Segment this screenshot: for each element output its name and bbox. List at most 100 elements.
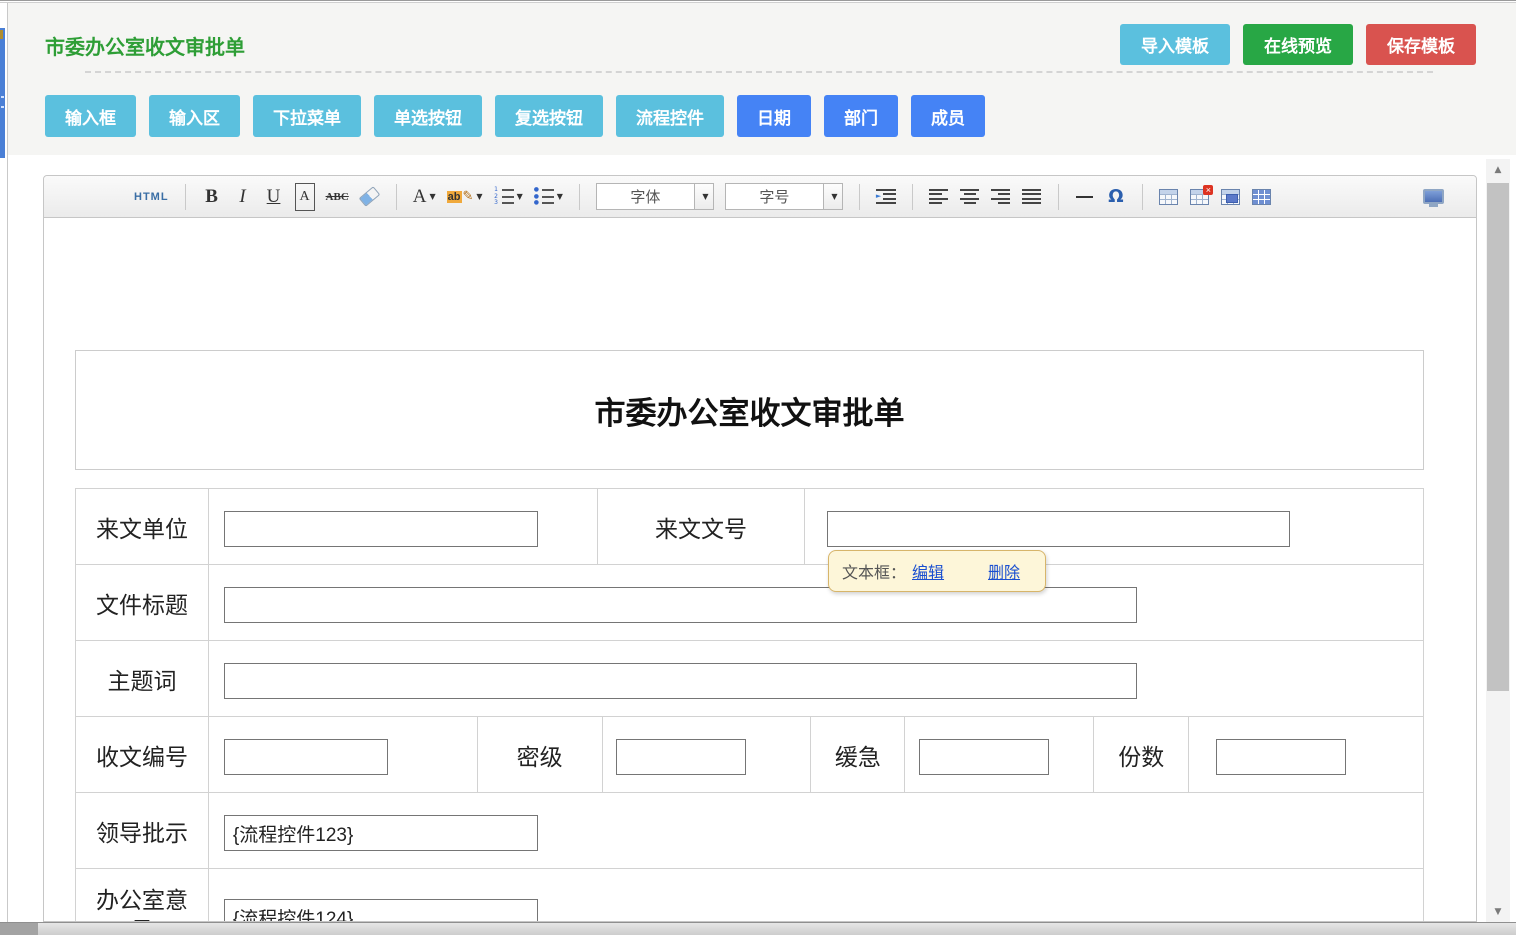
insert-date-button[interactable]: 日期: [737, 95, 811, 137]
ordered-list-button[interactable]: 1 2 3 ▼: [494, 183, 523, 211]
insert-department-button[interactable]: 部门: [824, 95, 898, 137]
font-size-select[interactable]: 字号 ▼: [725, 183, 843, 210]
toolbar-separator: [579, 184, 580, 210]
bold-button[interactable]: B: [202, 183, 222, 211]
source-unit-label-cell: 来文单位: [76, 489, 209, 565]
table-cells-icon: [1252, 189, 1271, 205]
insert-checkbox-button[interactable]: 复选按钮: [495, 95, 603, 137]
doc-title-input[interactable]: [224, 587, 1137, 623]
subject-words-input[interactable]: [224, 663, 1137, 699]
field-label: 领导批示: [96, 814, 188, 848]
urgency-label-cell: 缓急: [811, 717, 905, 793]
insert-flow-control-button[interactable]: 流程控件: [616, 95, 724, 137]
tooltip-edit-link[interactable]: 编辑: [912, 559, 944, 583]
font-color-a-icon: A: [413, 186, 427, 208]
table-row: 领导批示: [76, 793, 1424, 869]
insert-radio-button[interactable]: 单选按钮: [374, 95, 482, 137]
source-unit-input-cell: [209, 489, 598, 565]
underline-button[interactable]: U: [264, 183, 284, 211]
import-template-button[interactable]: 导入模板: [1120, 24, 1230, 65]
tooltip-delete-link[interactable]: 删除: [988, 559, 1020, 583]
italic-button[interactable]: I: [233, 183, 253, 211]
table-properties-button[interactable]: [1221, 183, 1241, 211]
remove-format-button[interactable]: [360, 183, 380, 211]
fullscreen-button[interactable]: [1423, 183, 1444, 211]
align-justify-icon: [1022, 189, 1041, 204]
insert-member-button[interactable]: 成员: [911, 95, 985, 137]
rich-text-editor: HTML B I U A ABC A▼ ab✎▼ 1 2 3 ▼ ● ●: [43, 175, 1477, 922]
table-cells-button[interactable]: [1252, 183, 1272, 211]
window-bottom-strip: [0, 922, 1516, 935]
security-level-input[interactable]: [616, 739, 746, 775]
window-bottom-corner: [0, 923, 38, 935]
font-family-select[interactable]: 字体 ▼: [596, 183, 714, 210]
horizontal-rule-button[interactable]: [1075, 183, 1095, 211]
vertical-scrollbar[interactable]: ▲ ▼: [1486, 159, 1510, 925]
field-label: 主题词: [107, 662, 176, 696]
font-family-dropdown-button[interactable]: ▼: [694, 184, 713, 209]
align-left-icon: [929, 189, 948, 204]
editor-content[interactable]: 市委办公室收文审批单 来文单位 来文文号 文件标题: [44, 218, 1476, 921]
security-level-input-cell: [603, 717, 812, 793]
insert-input-box-button[interactable]: 输入框: [45, 95, 136, 137]
leader-remarks-label-cell: 领导批示: [76, 793, 209, 869]
copies-input-cell: [1189, 717, 1424, 793]
insert-textarea-button[interactable]: 输入区: [149, 95, 240, 137]
source-unit-input[interactable]: [224, 511, 538, 547]
field-label: 密级: [517, 738, 563, 772]
receipt-number-input[interactable]: [224, 739, 388, 775]
char-border-button[interactable]: A: [295, 183, 315, 211]
field-label: 收文编号: [96, 738, 188, 772]
urgency-input-cell: [905, 717, 1094, 793]
editor-toolbar: HTML B I U A ABC A▼ ab✎▼ 1 2 3 ▼ ● ●: [44, 176, 1476, 218]
toolbar-separator: [912, 184, 913, 210]
indent-icon: [876, 189, 896, 204]
scrollbar-thumb[interactable]: [1487, 183, 1509, 691]
field-label: 来文单位: [96, 510, 188, 544]
copies-input[interactable]: [1216, 739, 1346, 775]
highlight-ab-icon: ab: [447, 191, 462, 203]
special-char-button[interactable]: Ω: [1106, 183, 1126, 211]
field-label: 办公室意见: [94, 885, 190, 921]
save-template-button[interactable]: 保存模板: [1366, 24, 1476, 65]
indent-button[interactable]: [876, 183, 896, 211]
align-justify-button[interactable]: [1022, 183, 1042, 211]
font-size-value: 字号: [726, 184, 823, 209]
leader-remarks-input[interactable]: [224, 815, 538, 851]
insert-table-button[interactable]: [1159, 183, 1179, 211]
html-source-button[interactable]: HTML: [134, 183, 169, 211]
page-title: 市委办公室收文审批单: [45, 31, 245, 60]
insert-dropdown-button[interactable]: 下拉菜单: [253, 95, 361, 137]
align-right-icon: [991, 189, 1010, 204]
subject-words-input-cell: [209, 641, 1424, 717]
scroll-up-button[interactable]: ▲: [1486, 159, 1510, 181]
doc-number-input[interactable]: [827, 511, 1290, 547]
font-family-value: 字体: [597, 184, 694, 209]
left-edge-strip: [0, 28, 5, 158]
eraser-icon: [359, 186, 381, 207]
scroll-down-button[interactable]: ▼: [1486, 901, 1510, 923]
doc-title-input-cell: [209, 565, 1424, 641]
unordered-list-button[interactable]: ● ● ● ▼: [534, 183, 563, 211]
chevron-down-icon: ▼: [476, 192, 482, 201]
tooltip-label: 文本框：: [842, 559, 906, 583]
font-color-button[interactable]: A▼: [413, 183, 436, 211]
monitor-icon: [1423, 189, 1444, 204]
left-edge-fleck: [0, 30, 3, 39]
document-title-cell[interactable]: 市委办公室收文审批单: [75, 350, 1424, 470]
font-size-dropdown-button[interactable]: ▼: [823, 184, 842, 209]
online-preview-button[interactable]: 在线预览: [1243, 24, 1353, 65]
field-label: 缓急: [835, 738, 881, 772]
delete-table-button[interactable]: [1190, 183, 1210, 211]
widget-button-row: 输入框 输入区 下拉菜单 单选按钮 复选按钮 流程控件 日期 部门 成员: [45, 95, 985, 137]
align-left-button[interactable]: [929, 183, 949, 211]
align-right-button[interactable]: [991, 183, 1011, 211]
strikethrough-button[interactable]: ABC: [326, 183, 349, 211]
align-center-button[interactable]: [960, 183, 980, 211]
security-level-label-cell: 密级: [478, 717, 603, 793]
highlight-color-button[interactable]: ab✎▼: [447, 183, 483, 211]
chevron-down-icon: ▼: [517, 192, 523, 201]
office-opinion-input[interactable]: [224, 899, 538, 921]
page-header: 市委办公室收文审批单 导入模板 在线预览 保存模板 输入框 输入区 下拉菜单 单…: [8, 3, 1516, 155]
urgency-input[interactable]: [919, 739, 1049, 775]
